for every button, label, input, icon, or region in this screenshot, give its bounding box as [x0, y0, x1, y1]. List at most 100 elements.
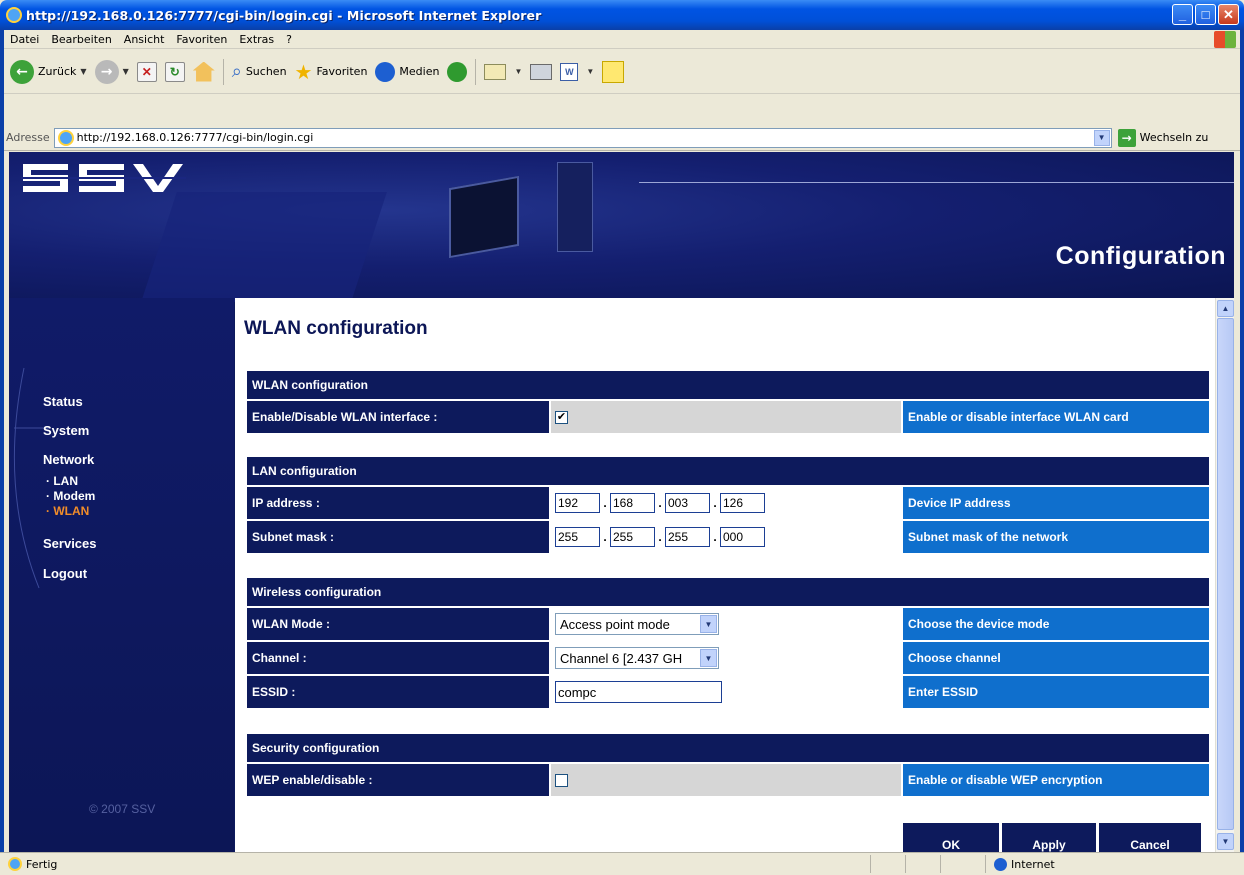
home-icon[interactable] — [192, 61, 215, 82]
wep-checkbox[interactable] — [555, 773, 568, 787]
mode-desc: Choose the device mode — [903, 608, 1209, 640]
mode-row: WLAN Mode : Access point mode ▼ Choose t… — [247, 608, 1209, 640]
edit-word-icon[interactable]: W — [560, 62, 579, 81]
mask-octet-2[interactable] — [610, 527, 655, 547]
channel-label: Channel : — [247, 642, 549, 674]
back-arrow-icon: ← — [10, 59, 34, 84]
back-button[interactable]: ← Zurück ▼ — [10, 59, 87, 84]
maximize-button[interactable]: □ — [1195, 4, 1216, 25]
address-bar: Adresse ▼ → Wechseln zu — [0, 125, 1244, 151]
essid-label: ESSID : — [247, 676, 549, 708]
ssv-logo — [21, 164, 186, 192]
mask-label: Subnet mask : — [247, 521, 549, 553]
channel-desc: Choose channel — [903, 642, 1209, 674]
ip-label: IP address : — [247, 487, 549, 519]
menu-datei[interactable]: Datei — [10, 33, 39, 46]
ip-octet-3[interactable] — [665, 493, 710, 513]
forward-dropdown-icon[interactable]: ▼ — [123, 67, 129, 76]
mask-octet-3[interactable] — [665, 527, 710, 547]
security-section: Security configuration WEP enable/disabl… — [247, 734, 1209, 798]
nav-sub-modem[interactable]: · Modem — [46, 489, 95, 503]
wep-label: WEP enable/disable : — [247, 764, 549, 796]
go-arrow-icon: → — [1117, 128, 1136, 147]
menu-bearbeiten[interactable]: Bearbeiten — [51, 33, 111, 46]
status-bar: Fertig Internet — [0, 852, 1244, 875]
banner: Configuration — [9, 152, 1234, 302]
main-panel: WLAN configuration WLAN configuration En… — [235, 298, 1215, 852]
action-buttons: OK Apply Cancel — [903, 823, 1201, 852]
mask-octet-4[interactable] — [720, 527, 765, 547]
favorites-button[interactable]: ★ Favoriten — [295, 60, 368, 84]
toolbar: ← Zurück ▼ → ▼ ✕ ↻ ⌕ Suchen ★ Favoriten … — [0, 50, 1244, 94]
mask-dot: . — [658, 530, 662, 544]
wlan-enable-row: Enable/Disable WLAN interface : ✔ Enable… — [247, 401, 1209, 433]
media-button[interactable]: Medien — [375, 61, 439, 82]
channel-select-value: Channel 6 [2.437 GH — [560, 650, 683, 666]
status-panel — [870, 855, 905, 873]
mask-octet-1[interactable] — [555, 527, 600, 547]
menu-ansicht[interactable]: Ansicht — [124, 33, 165, 46]
vertical-scrollbar[interactable]: ▲ ▼ — [1215, 298, 1234, 852]
apply-button[interactable]: Apply — [1002, 823, 1096, 852]
star-icon: ★ — [294, 59, 313, 84]
refresh-icon[interactable]: ↻ — [164, 61, 185, 82]
lan-section-title: LAN configuration — [247, 457, 1209, 485]
forward-button[interactable]: → ▼ — [94, 59, 129, 84]
back-dropdown-icon[interactable]: ▼ — [80, 67, 86, 76]
window-border-right — [1240, 30, 1244, 875]
history-icon[interactable] — [447, 61, 468, 82]
scrollbar-thumb[interactable] — [1217, 318, 1234, 830]
wlan-enable-checkbox[interactable]: ✔ — [555, 410, 568, 424]
scroll-up-icon[interactable]: ▲ — [1217, 300, 1234, 317]
nav-sub-lan[interactable]: · LAN — [46, 474, 78, 488]
go-button[interactable]: → Wechseln zu — [1117, 128, 1208, 147]
edit-dropdown-icon[interactable]: ▼ — [586, 67, 594, 76]
nav-status[interactable]: Status — [43, 394, 83, 409]
cancel-button[interactable]: Cancel — [1099, 823, 1201, 852]
channel-select[interactable]: Channel 6 [2.437 GH ▼ — [555, 647, 719, 669]
mode-select[interactable]: Access point mode ▼ — [555, 613, 719, 635]
menu-help[interactable]: ? — [286, 33, 292, 46]
nav-system[interactable]: System — [43, 423, 89, 438]
ie-icon — [6, 7, 22, 23]
address-input[interactable] — [76, 131, 1057, 144]
scroll-down-icon[interactable]: ▼ — [1217, 833, 1234, 850]
sidebar-nav: Status System Network · LAN · Modem · WL… — [9, 298, 234, 852]
minimize-button[interactable]: _ — [1172, 4, 1193, 25]
essid-input[interactable]: compc — [555, 681, 722, 703]
notes-icon[interactable] — [602, 60, 625, 83]
wlan-section-title: WLAN configuration — [247, 371, 1209, 399]
chevron-down-icon[interactable]: ▼ — [700, 649, 717, 667]
menu-favoriten[interactable]: Favoriten — [176, 33, 227, 46]
nav-sub-wlan[interactable]: · WLAN — [46, 504, 89, 518]
ip-octet-4[interactable] — [720, 493, 765, 513]
wep-desc: Enable or disable WEP encryption — [903, 764, 1209, 796]
address-box: ▼ — [53, 127, 1112, 148]
nav-logout[interactable]: Logout — [43, 566, 87, 581]
mail-dropdown-icon[interactable]: ▼ — [514, 67, 522, 76]
ip-cell: . . . — [551, 487, 901, 519]
nav-services[interactable]: Services — [43, 536, 97, 551]
essid-row: ESSID : compc Enter ESSID — [247, 676, 1209, 708]
ip-dot: . — [603, 496, 607, 510]
search-label: Suchen — [245, 65, 287, 78]
mask-desc: Subnet mask of the network — [903, 521, 1209, 553]
mail-icon[interactable] — [484, 63, 507, 80]
address-dropdown-icon[interactable]: ▼ — [1093, 129, 1110, 146]
mask-dot: . — [713, 530, 717, 544]
security-section-title: Security configuration — [247, 734, 1209, 762]
close-button[interactable]: ✕ — [1218, 4, 1239, 25]
ip-dot: . — [658, 496, 662, 510]
stop-icon[interactable]: ✕ — [136, 61, 157, 82]
search-button[interactable]: ⌕ Suchen — [232, 61, 287, 82]
page-status-icon — [8, 857, 22, 871]
ok-button[interactable]: OK — [903, 823, 999, 852]
channel-row: Channel : Channel 6 [2.437 GH ▼ Choose c… — [247, 642, 1209, 674]
chevron-down-icon[interactable]: ▼ — [700, 615, 717, 633]
ip-octet-1[interactable] — [555, 493, 600, 513]
print-icon[interactable] — [530, 63, 553, 80]
menu-extras[interactable]: Extras — [239, 33, 274, 46]
windows-logo-icon — [1214, 31, 1236, 48]
ip-octet-2[interactable] — [610, 493, 655, 513]
nav-network[interactable]: Network — [43, 452, 94, 467]
